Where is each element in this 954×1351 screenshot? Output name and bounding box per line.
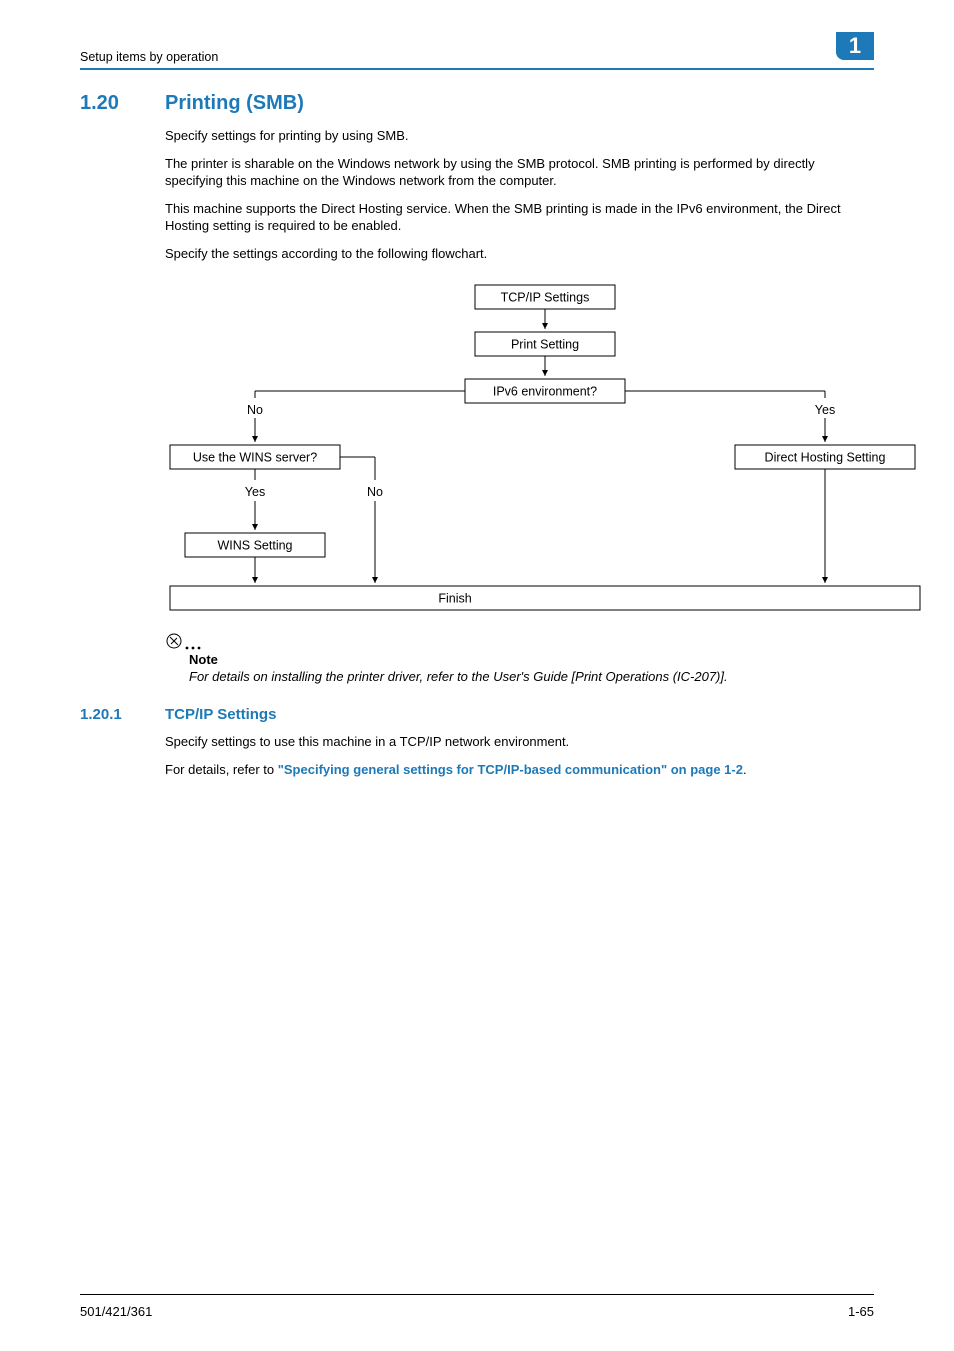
header-rule xyxy=(80,68,874,70)
subsection-heading: 1.20.1 TCP/IP Settings xyxy=(80,706,874,723)
flowchart: TCP/IP Settings Print Setting IPv6 envir… xyxy=(165,280,874,620)
footer-page-number: 1-65 xyxy=(848,1304,874,1319)
section-heading: 1.20 Printing (SMB) xyxy=(80,92,874,115)
text: . xyxy=(743,762,747,777)
flow-box-wins-setting: WINS Setting xyxy=(217,539,292,553)
paragraph: For details, refer to "Specifying genera… xyxy=(165,761,865,779)
note-body: For details on installing the printer dr… xyxy=(189,669,874,684)
section-number: 1.20 xyxy=(80,92,165,115)
flow-box-print-setting: Print Setting xyxy=(511,338,579,352)
chapter-number-badge: 1 xyxy=(836,32,874,60)
flow-box-tcpip: TCP/IP Settings xyxy=(501,291,590,305)
page: Setup items by operation 1 1.20 Printing… xyxy=(0,0,954,1351)
flow-label-wins-no: No xyxy=(367,485,383,499)
paragraph: This machine supports the Direct Hosting… xyxy=(165,200,865,235)
footer-rule xyxy=(80,1294,874,1295)
page-header: Setup items by operation 1 xyxy=(80,36,874,64)
paragraph: The printer is sharable on the Windows n… xyxy=(165,155,865,190)
cross-reference-link[interactable]: "Specifying general settings for TCP/IP-… xyxy=(278,762,743,777)
section-title: Printing (SMB) xyxy=(165,92,304,115)
flow-label-wins-yes: Yes xyxy=(245,485,265,499)
flowchart-svg: TCP/IP Settings Print Setting IPv6 envir… xyxy=(165,280,925,620)
running-header: Setup items by operation xyxy=(80,50,218,64)
note-block: Note For details on installing the print… xyxy=(165,632,874,684)
paragraph: Specify settings to use this machine in … xyxy=(165,733,865,751)
flow-box-finish: Finish xyxy=(438,592,471,606)
flow-box-ipv6-question: IPv6 environment? xyxy=(493,385,597,399)
page-footer: 501/421/361 1-65 xyxy=(80,1304,874,1319)
flow-label-no: No xyxy=(247,403,263,417)
paragraph: Specify settings for printing by using S… xyxy=(165,127,865,145)
note-title: Note xyxy=(189,652,874,667)
flow-box-wins-question: Use the WINS server? xyxy=(193,451,317,465)
text: For details, refer to xyxy=(165,762,278,777)
flow-label-yes: Yes xyxy=(815,403,835,417)
subsection-title: TCP/IP Settings xyxy=(165,706,276,723)
subsection-body: Specify settings to use this machine in … xyxy=(165,733,874,778)
section-body: Specify settings for printing by using S… xyxy=(165,127,874,262)
subsection-number: 1.20.1 xyxy=(80,706,165,723)
footer-model: 501/421/361 xyxy=(80,1304,152,1319)
flow-box-direct-hosting: Direct Hosting Setting xyxy=(765,451,886,465)
paragraph: Specify the settings according to the fo… xyxy=(165,245,865,263)
